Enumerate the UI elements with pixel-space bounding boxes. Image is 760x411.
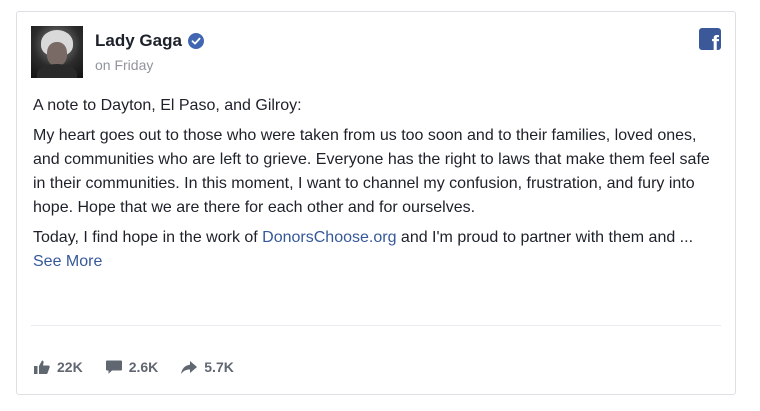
avatar-shoulders: [37, 64, 77, 78]
avatar-face: [47, 42, 67, 66]
author-row: Lady Gaga: [95, 31, 204, 51]
shares-count: 5.7K: [204, 359, 234, 375]
divider: [31, 325, 721, 326]
likes-count: 22K: [57, 359, 83, 375]
avatar[interactable]: [31, 26, 83, 78]
likes-count-button[interactable]: 22K: [33, 359, 83, 375]
thumbs-up-icon: [34, 360, 50, 374]
facebook-post-card: Lady Gaga on Friday f A note to Dayton, …: [16, 11, 736, 395]
donorschoose-link[interactable]: DonorsChoose.org: [262, 229, 396, 246]
post-header: Lady Gaga on Friday f: [31, 26, 721, 80]
post-timestamp[interactable]: on Friday: [95, 57, 153, 73]
share-arrow-icon: [181, 361, 198, 374]
author-name[interactable]: Lady Gaga: [95, 31, 182, 51]
engagement-bar: 22K 2.6K 5.7K: [33, 359, 256, 375]
verified-badge-icon: [187, 33, 204, 49]
post-paragraph-1: A note to Dayton, El Paso, and Gilroy:: [33, 97, 302, 114]
post-paragraph-3: Today, I find hope in the work of Donors…: [33, 226, 723, 274]
comments-count-button[interactable]: 2.6K: [105, 359, 159, 375]
comment-icon: [105, 360, 122, 374]
comments-count: 2.6K: [128, 359, 159, 375]
shares-count-button[interactable]: 5.7K: [180, 359, 234, 375]
post-paragraph-2: My heart goes out to those who were take…: [33, 127, 710, 216]
post-body: A note to Dayton, El Paso, and Gilroy: M…: [33, 94, 723, 280]
paragraph-3-text-end: and I'm proud to partner with them and .…: [396, 229, 694, 246]
paragraph-3-text-start: Today, I find hope in the work of: [33, 229, 263, 246]
see-more-link[interactable]: See More: [33, 253, 102, 270]
facebook-icon[interactable]: f: [699, 28, 721, 50]
